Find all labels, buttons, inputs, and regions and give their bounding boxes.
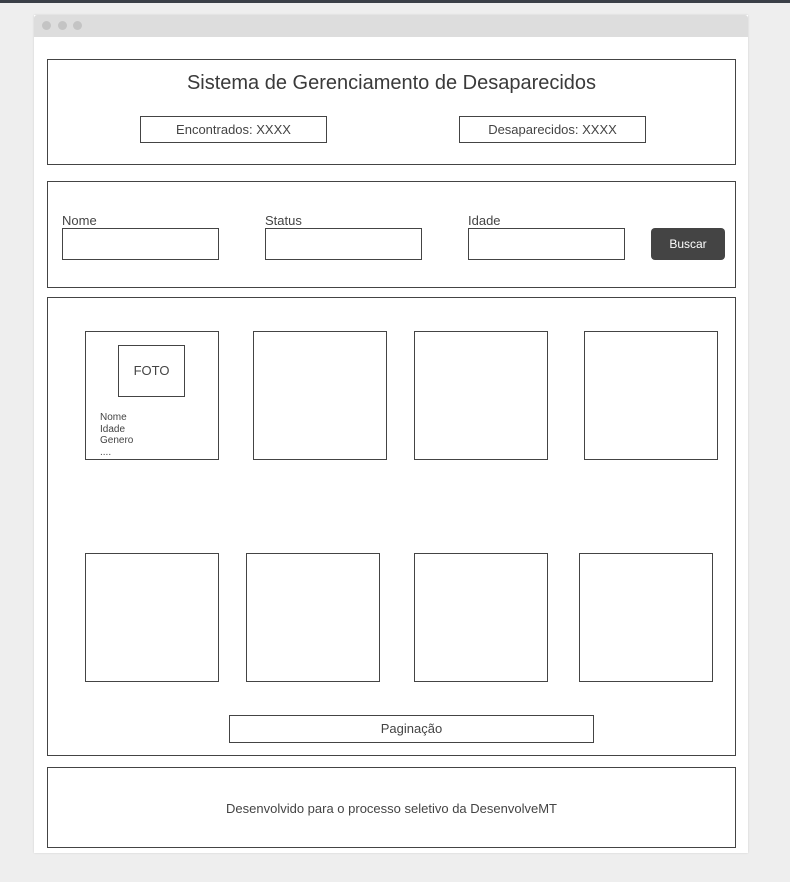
person-card[interactable]	[246, 553, 380, 682]
person-card[interactable]	[85, 553, 219, 682]
person-card[interactable]	[414, 553, 548, 682]
missing-count-box: Desaparecidos: XXXX	[459, 116, 646, 143]
results-grid-panel: FOTO Nome Idade Genero .... Paginação	[47, 297, 736, 756]
person-photo-placeholder: FOTO	[118, 345, 185, 397]
browser-window: Sistema de Gerenciamento de Desaparecido…	[34, 15, 748, 853]
person-card[interactable]	[579, 553, 713, 682]
name-filter-label: Nome	[62, 213, 97, 228]
person-age-field: Idade	[100, 423, 126, 435]
person-card[interactable]	[414, 331, 548, 460]
window-minimize-dot-icon[interactable]	[58, 21, 67, 30]
footer-text: Desenvolvido para o processo seletivo da…	[226, 801, 557, 816]
top-edge-bar	[0, 0, 790, 3]
pagination-bar[interactable]: Paginação	[229, 715, 594, 743]
page-title: Sistema de Gerenciamento de Desaparecido…	[186, 72, 597, 94]
window-titlebar	[34, 15, 748, 37]
age-filter-label: Idade	[468, 213, 501, 228]
age-filter-input[interactable]	[468, 228, 625, 260]
window-close-dot-icon[interactable]	[42, 21, 51, 30]
footer-panel: Desenvolvido para o processo seletivo da…	[47, 767, 736, 848]
search-button[interactable]: Buscar	[651, 228, 725, 260]
search-filters-panel: Nome Status Idade Buscar	[47, 181, 736, 288]
person-card[interactable]	[253, 331, 387, 460]
header-panel: Sistema de Gerenciamento de Desaparecido…	[47, 59, 736, 165]
person-card[interactable]: FOTO Nome Idade Genero ....	[85, 331, 219, 460]
person-card[interactable]	[584, 331, 718, 460]
status-filter-input[interactable]	[265, 228, 422, 260]
name-filter-input[interactable]	[62, 228, 219, 260]
window-maximize-dot-icon[interactable]	[73, 21, 82, 30]
person-gender-field: Genero	[100, 435, 134, 446]
person-card-details: Nome Idade Genero ....	[100, 412, 133, 458]
status-filter-label: Status	[265, 213, 302, 228]
found-count-box: Encontrados: XXXX	[140, 116, 327, 143]
person-name-field: Nome	[100, 412, 127, 423]
person-more-field: ....	[100, 446, 112, 458]
